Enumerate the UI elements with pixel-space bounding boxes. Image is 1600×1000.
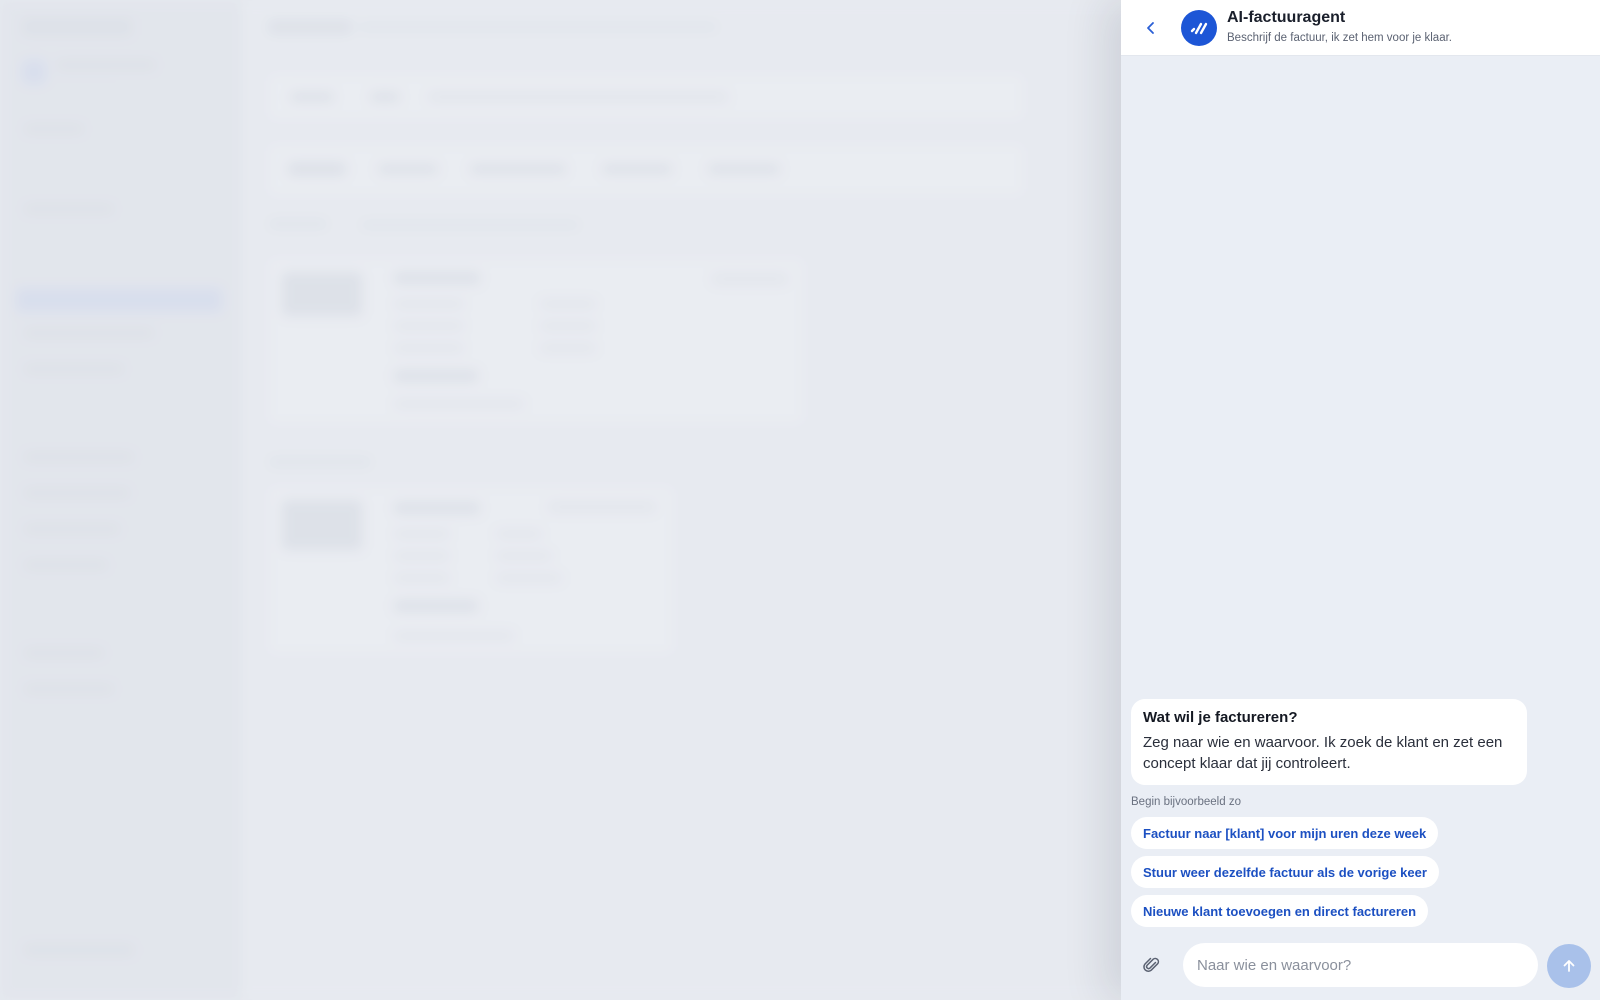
- chevron-left-icon: [1147, 22, 1154, 34]
- agent-message-bubble: Wat wil je factureren? Zeg naar wie en w…: [1131, 699, 1527, 785]
- example-chip-new-client[interactable]: Nieuwe klant toevoegen en direct facture…: [1131, 895, 1429, 927]
- message-input[interactable]: [1183, 943, 1538, 987]
- agent-logo-icon: [1190, 22, 1208, 35]
- attach-button[interactable]: [1139, 952, 1165, 978]
- agent-avatar: [1181, 10, 1217, 46]
- examples-label: Begin bijvoorbeeld zo: [1131, 796, 1241, 808]
- agent-subtitle: Beschrijf de factuur, ik zet hem voor je…: [1227, 32, 1452, 44]
- example-chip-hours[interactable]: Factuur naar [klant] voor mijn uren deze…: [1131, 817, 1439, 849]
- send-button[interactable]: [1547, 944, 1591, 988]
- ai-agent-drawer: AI-factuuragent Beschrijf de factuur, ik…: [1121, 0, 1600, 1000]
- example-chip-repeat[interactable]: Stuur weer dezelfde factuur als de vorig…: [1131, 856, 1439, 888]
- message-text: Zeg naar wie en waarvoor. Ik zoek de kla…: [1143, 734, 1503, 772]
- drawer-header: AI-factuuragent Beschrijf de factuur, ik…: [1121, 0, 1600, 56]
- agent-title: AI-factuuragent: [1227, 9, 1346, 26]
- back-button[interactable]: [1135, 12, 1167, 44]
- message-title: Wat wil je factureren?: [1143, 709, 1298, 726]
- arrow-up-icon: [1563, 960, 1575, 972]
- paperclip-icon: [1143, 957, 1160, 972]
